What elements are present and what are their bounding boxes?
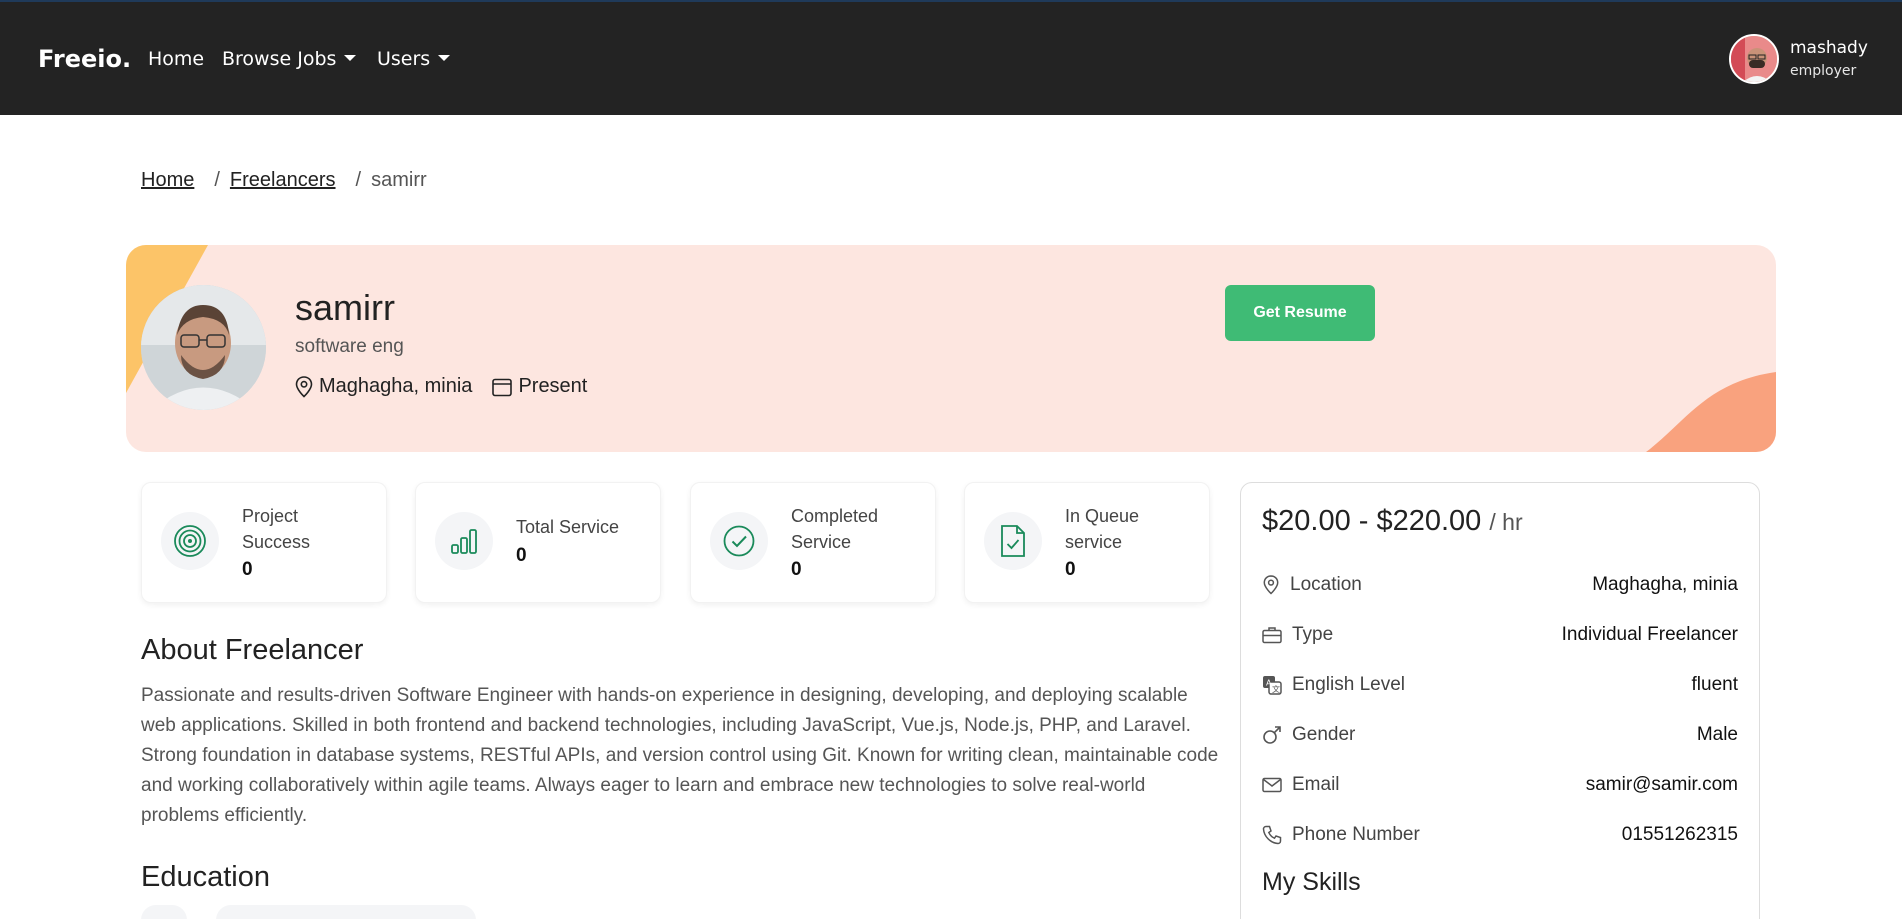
profile-location-text: Maghagha, minia xyxy=(319,375,473,397)
info-row-type: Type Individual Freelancer xyxy=(1262,620,1738,650)
banner-corner-decoration xyxy=(1646,372,1776,452)
stat-label-line: Completed xyxy=(791,506,879,526)
phone-icon xyxy=(1262,825,1282,845)
get-resume-button[interactable]: Get Resume xyxy=(1225,285,1375,341)
stat-label: Total Service xyxy=(516,517,620,537)
profile-location: Maghagha, minia xyxy=(295,375,472,398)
education-badge-placeholder xyxy=(216,905,476,919)
map-pin-icon xyxy=(1263,575,1279,595)
info-row-english-level: A 文 English Level fluent xyxy=(1262,670,1738,700)
info-value[interactable]: samir@samir.com xyxy=(1586,774,1738,796)
caret-down-icon xyxy=(344,54,357,61)
bar-chart-icon xyxy=(435,512,493,570)
info-label: Email xyxy=(1292,774,1340,795)
user-avatar[interactable] xyxy=(1729,34,1779,84)
check-circle-icon xyxy=(710,512,768,570)
info-row-phone: Phone Number 01551262315 xyxy=(1262,820,1738,850)
info-value: Male xyxy=(1696,724,1738,745)
stat-value: 0 xyxy=(1065,559,1076,580)
nav-browse-jobs-dropdown[interactable]: Browse Jobs xyxy=(222,48,357,70)
info-row-email: Email samir@samir.com xyxy=(1262,770,1738,800)
stat-label-line: In Queue xyxy=(1065,506,1140,526)
skills-heading: My Skills xyxy=(1262,868,1361,896)
stat-label: Completed Service xyxy=(791,503,878,555)
stat-card-in-queue-service: In Queue service 0 xyxy=(964,482,1210,603)
profile-photo xyxy=(141,285,266,410)
gender-male-icon xyxy=(1263,726,1281,744)
education-icon-placeholder xyxy=(141,905,187,919)
breadcrumb-home-link[interactable]: Home xyxy=(141,169,194,191)
target-icon xyxy=(161,512,219,570)
stat-label-line: Project xyxy=(242,506,299,526)
breadcrumb-current: samirr xyxy=(371,169,427,191)
hourly-rate-unit: / hr xyxy=(1489,509,1523,535)
svg-text:文: 文 xyxy=(1272,684,1280,694)
education-heading: Education xyxy=(141,861,270,893)
caret-down-icon xyxy=(438,54,451,61)
stat-card-project-success: Project Success 0 xyxy=(141,482,387,603)
brand-logo[interactable]: Freeio. xyxy=(38,45,131,73)
info-row-location: Location Maghagha, minia xyxy=(1262,570,1738,600)
breadcrumb-freelancers-link[interactable]: Freelancers xyxy=(230,169,336,191)
envelope-icon xyxy=(1262,777,1282,793)
nav-browse-jobs-label: Browse Jobs xyxy=(222,48,337,70)
about-heading: About Freelancer xyxy=(141,634,364,666)
nav-users-dropdown[interactable]: Users xyxy=(377,48,451,70)
nav-home-link[interactable]: Home xyxy=(148,48,204,70)
info-label: Type xyxy=(1292,624,1334,645)
stat-label-line: service xyxy=(1065,532,1123,552)
stat-value: 0 xyxy=(516,545,527,566)
top-navbar: Freeio. Home Browse Jobs Users mashady e… xyxy=(0,0,1902,115)
briefcase-icon xyxy=(1262,627,1282,644)
freelancer-info-sidebar: $20.00 - $220.00 / hr Location Maghagha,… xyxy=(1240,482,1760,919)
stat-label: Project Success xyxy=(242,503,310,555)
hourly-rate: $20.00 - $220.00 / hr xyxy=(1262,505,1523,538)
info-label: English Level xyxy=(1292,674,1406,695)
info-label: Phone Number xyxy=(1292,824,1420,845)
stat-card-completed-service: Completed Service 0 xyxy=(690,482,936,603)
about-text: Passionate and results-driven Software E… xyxy=(141,685,1219,826)
profile-period: Present xyxy=(492,375,587,398)
nav-users-label: Users xyxy=(377,48,431,70)
info-label: Gender xyxy=(1292,724,1356,745)
stat-label-line: Success xyxy=(242,532,311,552)
calendar-icon xyxy=(492,378,513,396)
file-check-icon xyxy=(984,512,1042,570)
breadcrumb: Home / Freelancers / samirr xyxy=(141,169,427,192)
profile-name: samirr xyxy=(295,287,395,328)
translate-icon: A 文 xyxy=(1263,676,1282,695)
info-value: Individual Freelancer xyxy=(1561,624,1738,645)
stat-label-line: Service xyxy=(791,532,852,552)
stat-value: 0 xyxy=(242,559,253,580)
breadcrumb-separator: / xyxy=(214,169,220,191)
profile-meta: Maghagha, minia Present xyxy=(295,375,607,398)
info-value: Maghagha, minia xyxy=(1592,574,1738,595)
stat-card-total-service: Total Service 0 xyxy=(415,482,661,603)
nav-user-role: employer xyxy=(1790,63,1857,79)
stat-value: 0 xyxy=(791,559,802,580)
info-value: fluent xyxy=(1691,674,1738,695)
info-label: Location xyxy=(1290,574,1362,595)
stat-label: In Queue service xyxy=(1065,503,1139,555)
map-pin-icon xyxy=(295,375,313,398)
breadcrumb-separator: / xyxy=(355,169,362,191)
nav-user-name[interactable]: mashady xyxy=(1790,38,1868,58)
profile-title: software eng xyxy=(295,336,404,357)
info-row-gender: Gender Male xyxy=(1262,720,1738,750)
profile-period-text: Present xyxy=(518,375,588,397)
nav-home-label: Home xyxy=(148,48,205,70)
info-value[interactable]: 01551262315 xyxy=(1622,824,1738,846)
hourly-rate-value: $20.00 - $220.00 xyxy=(1262,505,1482,537)
